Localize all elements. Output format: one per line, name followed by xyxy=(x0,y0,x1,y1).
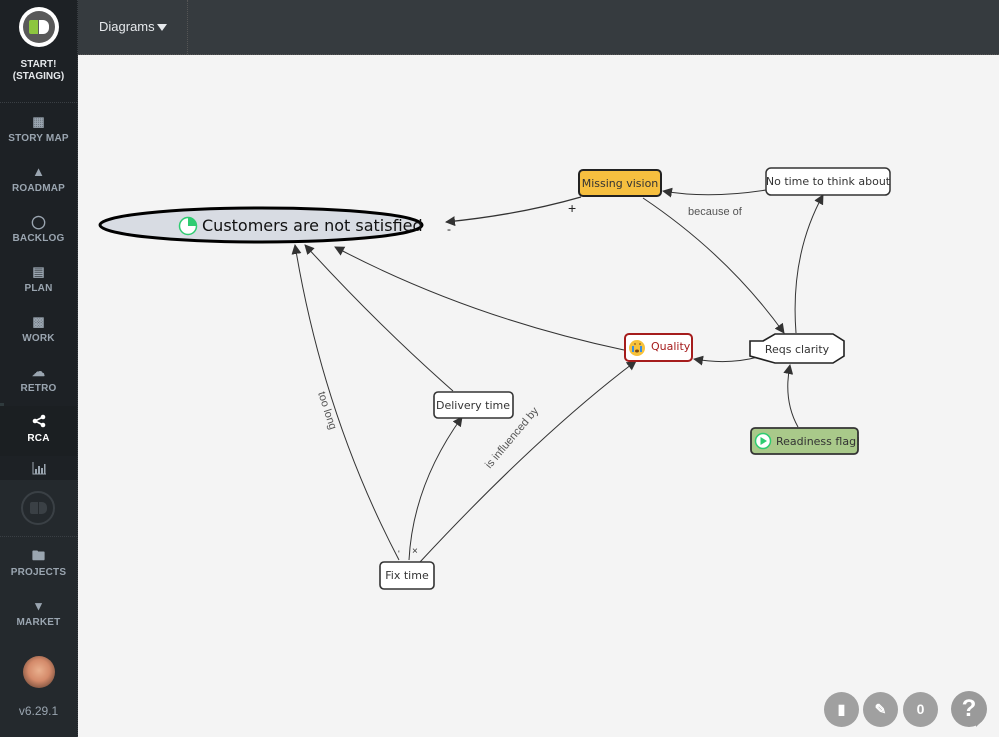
edge-marker-minus: - xyxy=(447,222,451,236)
edge-marker-plus: + xyxy=(568,200,576,216)
lightbulb-icon: ◯ xyxy=(31,214,46,229)
pie-progress-icon xyxy=(178,216,198,236)
edge-fix-to-quality[interactable] xyxy=(419,360,637,563)
caret-down-icon xyxy=(157,24,167,31)
node-label: Quality xyxy=(651,340,691,353)
node-fix-time[interactable]: Fix time xyxy=(379,561,435,590)
edge-missing-vision-to-reqs[interactable] xyxy=(642,197,785,334)
node-label: No time to think about xyxy=(766,175,891,188)
share-icon xyxy=(0,414,77,430)
sidebar-item-story-map[interactable]: ▦ STORY MAP xyxy=(0,106,77,156)
node-delivery-time[interactable]: Delivery time xyxy=(433,391,514,419)
edge-fix-to-delivery[interactable] xyxy=(408,416,463,561)
edge-reqs-to-no-time[interactable] xyxy=(794,194,824,334)
workspace-logo-icon[interactable] xyxy=(21,491,55,525)
sidebar-item-plan[interactable]: ▤ PLAN xyxy=(0,256,77,306)
top-bar: Diagrams xyxy=(78,0,999,55)
node-label: Missing vision xyxy=(582,177,659,190)
sidebar-item-label: WORK xyxy=(22,333,55,344)
node-label: Fix time xyxy=(385,569,429,582)
sidebar-item-roadmap[interactable]: ▲ ROADMAP xyxy=(0,156,77,206)
help-button[interactable]: ? xyxy=(951,691,987,727)
folder-icon: 🖿 xyxy=(31,548,45,563)
sidebar-item-work[interactable]: ▩ WORK xyxy=(0,306,77,356)
node-missing-vision[interactable]: Missing vision xyxy=(578,169,662,197)
grid-icon: ▦ xyxy=(32,114,45,129)
play-icon xyxy=(754,432,772,450)
app-version: v6.29.1 xyxy=(18,704,59,718)
brand-line-2: (STAGING) xyxy=(12,71,65,82)
help-icon: ? xyxy=(961,695,977,722)
sidebar-item-backlog[interactable]: ◯ BACKLOG xyxy=(0,206,77,256)
sidebar-item-label: PLAN xyxy=(24,283,53,294)
rca-diagram-canvas[interactable]: because of too long is influenced by + -… xyxy=(78,55,999,737)
user-avatar[interactable] xyxy=(23,656,55,688)
sidebar-item-reports[interactable] xyxy=(0,456,77,480)
sidebar-item-label: MARKET xyxy=(16,617,61,628)
sidebar-item-label: BACKLOG xyxy=(12,233,65,244)
sidebar-item-market[interactable]: ▾ MARKET xyxy=(0,590,77,640)
brand-line-1: START! xyxy=(20,59,57,70)
diagrams-label: Diagrams xyxy=(99,19,155,34)
book-button[interactable]: ▮ xyxy=(824,692,859,727)
edge-no-time-to-missing-vision[interactable] xyxy=(662,187,767,198)
node-customers-not-satisfied[interactable]: Customers are not satisfied xyxy=(98,206,424,244)
edge-marker-tick: ' xyxy=(398,549,400,559)
node-readiness-flag[interactable]: Readiness flag! xyxy=(750,427,860,455)
sidebar: START! (STAGING) ▦ STORY MAP ▲ ROADMAP ◯… xyxy=(0,0,78,737)
node-quality[interactable]: Quality xyxy=(624,333,693,362)
node-label: Readiness flag! xyxy=(776,435,860,448)
shopping-bag-icon: ▾ xyxy=(35,598,42,613)
sidebar-item-projects[interactable]: 🖿 PROJECTS xyxy=(0,540,77,590)
edge-fix-to-customers[interactable] xyxy=(291,244,400,561)
crying-face-emoji-icon xyxy=(629,340,645,356)
sidebar-item-rca[interactable]: RCA xyxy=(0,406,77,456)
node-label: Reqs clarity xyxy=(765,343,830,356)
sidebar-item-label: STORY MAP xyxy=(8,133,69,144)
sidebar-item-label: RCA xyxy=(27,433,50,444)
road-icon: ▲ xyxy=(32,164,45,179)
edge-delivery-to-customers[interactable] xyxy=(304,244,454,392)
node-label: Customers are not satisfied xyxy=(202,216,423,235)
edge-reqs-to-quality[interactable] xyxy=(693,355,759,366)
brand-area[interactable]: START! (STAGING) xyxy=(0,0,77,103)
bar-chart-icon xyxy=(0,462,77,478)
comments-count: 0 xyxy=(916,701,925,717)
project-name: START! (STAGING) xyxy=(0,59,77,83)
sidebar-item-label: RETRO xyxy=(20,383,57,394)
sidebar-item-retro[interactable]: ☁ RETRO xyxy=(0,356,77,406)
edge-quality-to-customers[interactable] xyxy=(334,246,625,351)
pencil-icon: ✎ xyxy=(874,701,887,717)
node-reqs-clarity[interactable]: Reqs clarity xyxy=(749,333,845,364)
divider xyxy=(0,536,77,537)
node-no-time-to-think[interactable]: No time to think about xyxy=(765,167,891,196)
edge-missing-vision-to-customers[interactable] xyxy=(445,196,582,227)
book-icon: ▮ xyxy=(837,701,846,717)
edge-marker-x: × xyxy=(412,546,418,557)
diagrams-dropdown[interactable]: Diagrams xyxy=(78,0,188,54)
chat-bubbles-icon: ☁ xyxy=(32,364,45,379)
edge-label-because-of: because of xyxy=(688,206,743,218)
comments-count-button[interactable]: 0 xyxy=(903,692,938,727)
app-logo-icon[interactable] xyxy=(19,7,59,47)
node-label: Delivery time xyxy=(436,399,510,412)
edge-readiness-to-reqs[interactable] xyxy=(783,364,799,428)
sidebar-item-label: PROJECTS xyxy=(10,567,67,578)
sidebar-item-label: ROADMAP xyxy=(11,183,66,194)
list-icon: ▤ xyxy=(32,264,45,279)
briefcase-icon: ▩ xyxy=(32,314,45,329)
edit-button[interactable]: ✎ xyxy=(863,692,898,727)
